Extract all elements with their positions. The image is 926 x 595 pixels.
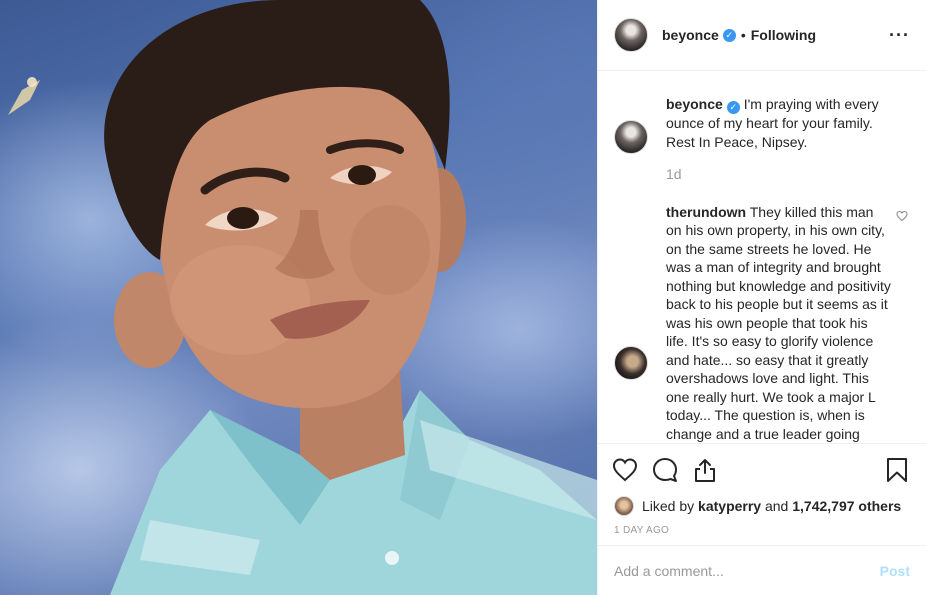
likes-connector: and bbox=[764, 498, 789, 514]
instagram-post: beyonce ✓ • Following ··· beyonce ✓ I'm p… bbox=[0, 0, 926, 595]
comment-text: They killed this man on his own property… bbox=[666, 203, 891, 442]
likes-text: Liked by katyperry and 1,742,797 others bbox=[642, 498, 901, 514]
comment-input[interactable] bbox=[614, 562, 880, 579]
comment-body: therundown They killed this man on his o… bbox=[666, 203, 892, 444]
like-comment-heart-icon[interactable] bbox=[896, 209, 908, 225]
commenter-username[interactable]: therundown bbox=[666, 204, 746, 220]
more-options-icon[interactable]: ··· bbox=[889, 25, 910, 46]
liked-by-label: Liked by bbox=[642, 498, 695, 514]
author-avatar[interactable] bbox=[614, 18, 648, 52]
author-username[interactable]: beyonce bbox=[662, 27, 719, 43]
comment-item: therundown They killed this man on his o… bbox=[614, 203, 910, 444]
verified-badge-icon: ✓ bbox=[726, 101, 740, 114]
post-comment-button[interactable]: Post bbox=[880, 563, 910, 579]
post-caption: beyonce ✓ I'm praying with every ounce of… bbox=[614, 95, 910, 184]
share-icon[interactable] bbox=[692, 457, 718, 483]
verified-badge-icon: ✓ bbox=[722, 28, 736, 42]
post-age[interactable]: 1 DAY AGO bbox=[598, 517, 926, 545]
post-details-panel: beyonce ✓ • Following ··· beyonce ✓ I'm p… bbox=[597, 0, 926, 595]
commenter-avatar[interactable] bbox=[614, 345, 648, 380]
add-comment-bar: Post bbox=[598, 545, 926, 595]
likes-summary: Liked by katyperry and 1,742,797 others bbox=[598, 495, 926, 517]
background-spark bbox=[8, 77, 40, 115]
liker-avatar[interactable] bbox=[614, 496, 634, 516]
liker-username[interactable]: katyperry bbox=[698, 498, 761, 514]
caption-time[interactable]: 1d bbox=[666, 165, 892, 184]
post-photo[interactable] bbox=[0, 0, 597, 595]
caption-avatar[interactable] bbox=[614, 120, 648, 154]
separator-dot: • bbox=[740, 27, 746, 43]
like-heart-icon[interactable] bbox=[612, 457, 638, 483]
post-actions-bar bbox=[598, 443, 926, 495]
save-bookmark-icon[interactable] bbox=[886, 457, 912, 483]
following-button[interactable]: Following bbox=[751, 27, 816, 43]
comment-bubble-icon[interactable] bbox=[652, 457, 678, 483]
post-photo-illustration bbox=[8, 0, 597, 595]
likes-count-link[interactable]: 1,742,797 others bbox=[792, 498, 901, 514]
comments-list[interactable]: beyonce ✓ I'm praying with every ounce of… bbox=[598, 71, 926, 443]
post-header: beyonce ✓ • Following ··· bbox=[598, 0, 926, 71]
caption-username[interactable]: beyonce bbox=[666, 96, 723, 112]
caption-body: beyonce ✓ I'm praying with every ounce of… bbox=[666, 95, 892, 184]
